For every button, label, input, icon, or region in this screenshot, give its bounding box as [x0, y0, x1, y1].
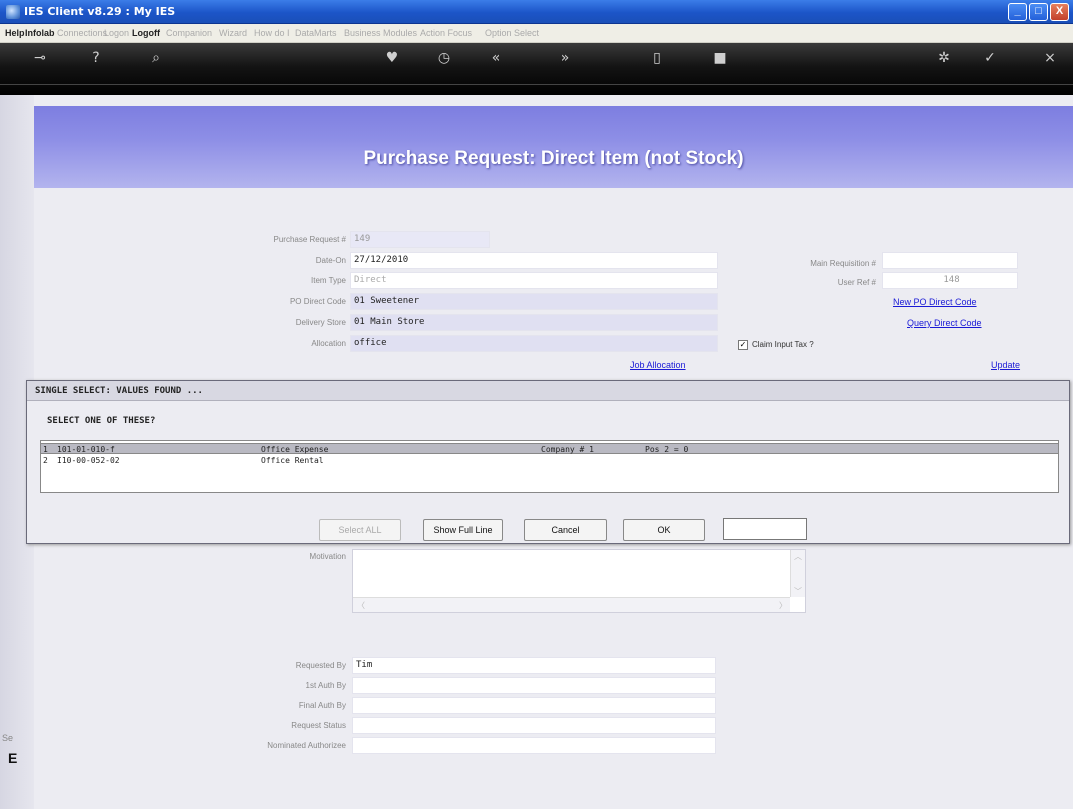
allocation-label: Allocation — [311, 339, 346, 348]
menu-companion[interactable]: Companion — [166, 28, 212, 38]
row-code: I10-00-052-02 — [57, 456, 120, 465]
row-pos: Pos 2 = 0 — [645, 445, 689, 454]
row-number: 2 — [43, 456, 48, 465]
delivery-store-field[interactable]: 01 Main Store — [350, 314, 718, 331]
first-auth-field[interactable] — [352, 677, 716, 694]
menu-wizard[interactable]: Wizard — [219, 28, 247, 38]
main-requisition-label: Main Requisition # — [810, 259, 876, 268]
horizontal-scrollbar[interactable]: 〈 〉 — [353, 597, 790, 612]
app-icon — [6, 5, 20, 19]
home-icon[interactable]: ■ — [708, 50, 732, 66]
menu-logoff[interactable]: Logoff — [132, 28, 160, 38]
side-glyph: E — [8, 750, 18, 766]
clock-icon[interactable]: ◷ — [432, 50, 456, 66]
scroll-down-icon[interactable]: ﹀ — [794, 586, 802, 597]
menu-action-focus[interactable]: Action Focus — [420, 28, 472, 38]
menu-how-do-i[interactable]: How do I — [254, 28, 290, 38]
scroll-up-icon[interactable]: ︿ — [794, 551, 802, 562]
claim-input-tax-label: Claim Input Tax ? — [752, 340, 814, 349]
single-select-dialog: SINGLE SELECT: VALUES FOUND ... SELECT O… — [26, 380, 1070, 544]
help-icon[interactable]: ? — [84, 50, 108, 66]
list-item[interactable]: 2 I10-00-052-02 Office Rental — [41, 455, 1058, 466]
motivation-textarea[interactable]: ︿ ﹀ 〈 〉 — [352, 549, 806, 613]
toolbar-divider — [0, 84, 1073, 85]
new-po-direct-code-link[interactable]: New PO Direct Code — [893, 297, 977, 307]
window-titlebar: IES Client v8.29 : My IES _ □ X — [0, 0, 1073, 24]
key-icon[interactable]: ⊸ — [28, 50, 52, 66]
close-window-button[interactable]: X — [1050, 3, 1069, 21]
menu-option-select[interactable]: Option Select — [485, 28, 539, 38]
toolbar: ⊸ ? ⌕ ♥ ◷ « » ▯ ■ ✲ ✓ × — [0, 43, 1073, 95]
select-all-button[interactable]: Select ALL — [319, 519, 401, 541]
requested-by-label: Requested By — [295, 661, 346, 670]
dialog-title: SINGLE SELECT: VALUES FOUND ... — [27, 381, 1069, 401]
check-icon[interactable]: ✓ — [978, 50, 1002, 66]
final-auth-label: Final Auth By — [298, 701, 346, 710]
final-auth-field[interactable] — [352, 697, 716, 714]
update-link[interactable]: Update — [991, 360, 1020, 370]
po-direct-code-field[interactable]: 01 Sweetener — [350, 293, 718, 310]
menu-logon[interactable]: Logon — [104, 28, 129, 38]
row-description: Office Expense — [261, 445, 329, 454]
query-direct-code-link[interactable]: Query Direct Code — [907, 318, 982, 328]
row-description: Office Rental — [261, 456, 324, 465]
search-icon[interactable]: ⌕ — [144, 50, 168, 66]
first-auth-label: 1st Auth By — [305, 681, 346, 690]
menu-bar: Help Infolab Connections Logon Logoff Co… — [0, 24, 1073, 43]
scroll-right-icon[interactable]: 〉 — [779, 600, 787, 611]
request-status-field[interactable] — [352, 717, 716, 734]
scroll-left-icon[interactable]: 〈 — [357, 600, 365, 611]
menu-infolab[interactable]: Infolab — [25, 28, 55, 38]
row-number: 1 — [43, 445, 48, 454]
row-code: 101-01-010-f — [57, 445, 115, 454]
po-direct-code-label: PO Direct Code — [289, 297, 346, 306]
side-label: Se — [2, 733, 14, 743]
claim-input-tax-checkbox[interactable]: ✓ — [738, 340, 748, 350]
item-type-label: Item Type — [311, 276, 346, 285]
maximize-button[interactable]: □ — [1029, 3, 1048, 21]
purchase-request-field[interactable]: 149 — [350, 231, 490, 248]
purchase-request-label: Purchase Request # — [273, 235, 347, 244]
menu-business-modules[interactable]: Business Modules — [344, 28, 417, 38]
cancel-button[interactable]: Cancel — [524, 519, 607, 541]
values-list[interactable]: 1 101-01-010-f Office Expense Company # … — [40, 440, 1059, 493]
stop-icon[interactable]: ▯ — [645, 50, 669, 66]
menu-datamarts[interactable]: DataMarts — [295, 28, 337, 38]
dialog-prompt: SELECT ONE OF THESE? — [47, 416, 156, 426]
page-title: Purchase Request: Direct Item (not Stock… — [363, 148, 744, 169]
user-ref-label: User Ref # — [837, 278, 876, 287]
menu-help[interactable]: Help — [5, 28, 25, 38]
minimize-button[interactable]: _ — [1008, 3, 1027, 21]
user-ref-field[interactable]: 148 — [882, 272, 1018, 289]
date-label: Date-On — [315, 256, 346, 265]
nominated-authorizee-label: Nominated Authorizee — [267, 741, 346, 750]
motivation-label: Motivation — [309, 552, 346, 561]
close-icon[interactable]: × — [1038, 50, 1062, 66]
window-title: IES Client v8.29 : My IES — [24, 5, 176, 18]
delivery-store-label: Delivery Store — [295, 318, 346, 327]
item-type-field[interactable]: Direct — [350, 272, 718, 289]
requested-by-field[interactable]: Tim — [352, 657, 716, 674]
heart-icon[interactable]: ♥ — [380, 50, 404, 66]
forward-icon[interactable]: » — [553, 50, 577, 66]
date-field[interactable]: 27/12/2010 — [350, 252, 718, 269]
main-requisition-field[interactable] — [882, 252, 1018, 269]
ok-button[interactable]: OK — [623, 519, 705, 541]
job-allocation-link[interactable]: Job Allocation — [630, 360, 686, 370]
menu-connections[interactable]: Connections — [57, 28, 107, 38]
row-company: Company # 1 — [541, 445, 594, 454]
dialog-search-input[interactable] — [723, 518, 807, 540]
back-icon[interactable]: « — [484, 50, 508, 66]
list-item[interactable]: 1 101-01-010-f Office Expense Company # … — [41, 443, 1058, 454]
allocation-field[interactable]: office — [350, 335, 718, 352]
show-full-line-button[interactable]: Show Full Line — [423, 519, 503, 541]
header-band — [34, 106, 1073, 188]
globe-icon[interactable]: ✲ — [932, 50, 956, 66]
request-status-label: Request Status — [291, 721, 346, 730]
vertical-scrollbar[interactable]: ︿ ﹀ — [790, 550, 805, 597]
nominated-authorizee-field[interactable] — [352, 737, 716, 754]
